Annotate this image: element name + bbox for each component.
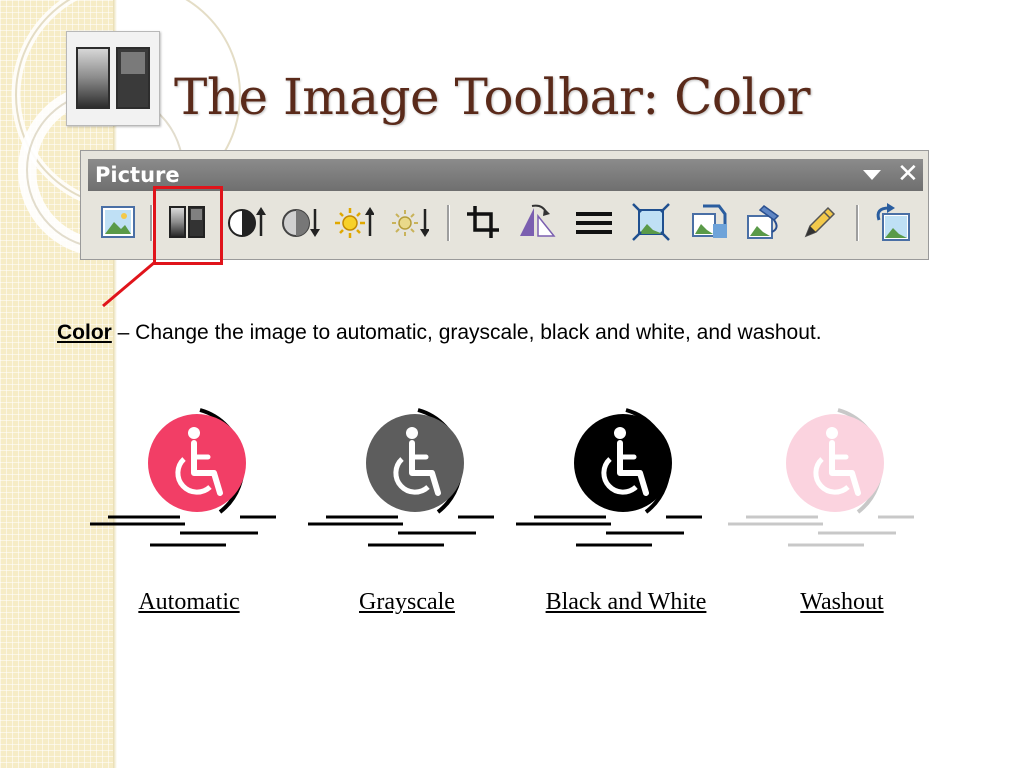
grayscale-sample: [308, 405, 498, 555]
more-contrast-button[interactable]: [226, 202, 266, 242]
less-brightness-button[interactable]: [389, 202, 429, 242]
color-description: Color – Change the image to automatic, g…: [57, 318, 822, 348]
close-icon[interactable]: ✕: [897, 160, 919, 188]
crop-icon: [467, 206, 499, 238]
black-and-white-sample: [516, 405, 706, 555]
color-icon-large: [66, 31, 160, 126]
less-contrast-icon: [282, 209, 320, 237]
wheelchair-icon: [516, 408, 702, 547]
crop-button[interactable]: [463, 202, 503, 242]
reset-picture-button[interactable]: [871, 202, 911, 242]
grayscale-link[interactable]: Grayscale: [297, 586, 517, 618]
more-contrast-icon: [228, 207, 266, 237]
more-brightness-icon: [335, 207, 374, 238]
washout-sample: [728, 405, 918, 555]
color-button-highlight: [153, 186, 223, 265]
text-wrapping-icon: [692, 204, 727, 238]
dropdown-arrow-icon[interactable]: [861, 168, 883, 182]
format-picture-button[interactable]: [744, 202, 784, 242]
compress-pictures-icon: [632, 203, 670, 241]
insert-picture-button[interactable]: [98, 202, 138, 242]
format-picture-icon: [747, 205, 780, 239]
more-brightness-button[interactable]: [334, 202, 374, 242]
compress-pictures-button[interactable]: [631, 202, 671, 242]
wheelchair-icon: [728, 408, 914, 547]
color-description-text: – Change the image to automatic, graysca…: [111, 321, 822, 344]
black-and-white-link[interactable]: Black and White: [516, 586, 736, 618]
set-transparent-color-icon: [804, 206, 836, 238]
insert-picture-icon: [101, 206, 135, 238]
toolbar-separator: [447, 205, 450, 241]
slide-title: The Image Toolbar: Color: [174, 68, 810, 126]
line-style-icon: [576, 212, 612, 234]
color-term: Color: [57, 321, 112, 344]
text-wrapping-button[interactable]: [689, 202, 729, 242]
set-transparent-color-button[interactable]: [800, 202, 840, 242]
toolbar-separator: [856, 205, 859, 241]
less-brightness-icon: [392, 209, 429, 237]
rotate-left-icon: [520, 204, 556, 237]
wheelchair-icon: [308, 408, 494, 547]
toolbar-title: Picture: [95, 163, 180, 187]
reset-picture-icon: [876, 203, 910, 241]
rotate-left-button[interactable]: [518, 202, 558, 242]
washout-link[interactable]: Washout: [732, 586, 952, 618]
automatic-sample: [90, 405, 280, 555]
wheelchair-icon: [90, 408, 276, 547]
line-style-button[interactable]: [574, 202, 614, 242]
automatic-link[interactable]: Automatic: [79, 586, 299, 618]
less-contrast-button[interactable]: [280, 202, 320, 242]
